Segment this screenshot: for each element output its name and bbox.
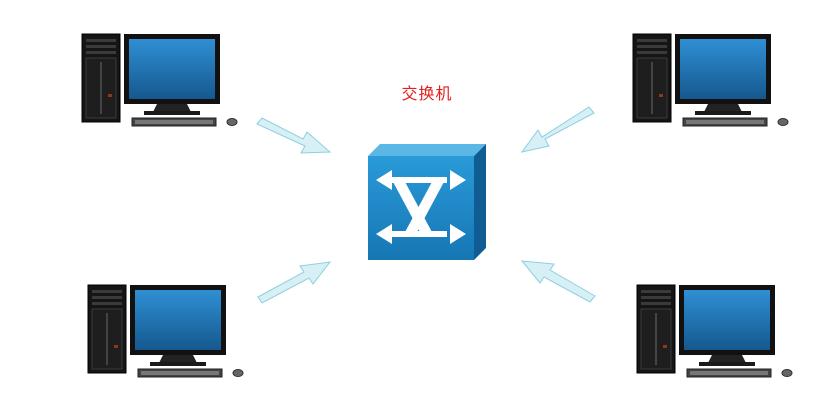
computer-icon-bottom-left xyxy=(87,284,244,378)
arrow-top-right xyxy=(520,106,595,153)
arrow-top-left xyxy=(256,117,332,154)
computer-icon-bottom-right xyxy=(636,284,793,378)
switch-label: 交换机 xyxy=(401,84,453,103)
computer-icon-top-right xyxy=(632,33,789,127)
computer-icon-top-left xyxy=(81,33,238,127)
switch-icon xyxy=(368,144,486,260)
network-diagram xyxy=(81,33,793,378)
arrow-bottom-right xyxy=(520,260,596,303)
arrow-bottom-left xyxy=(257,261,332,304)
